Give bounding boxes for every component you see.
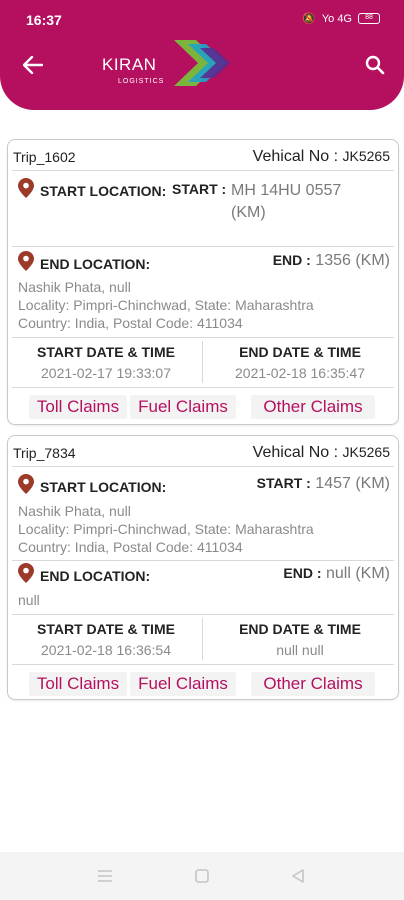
start-key: START : xyxy=(172,181,227,197)
trip-card[interactable]: Trip_7834 Vehical No : JK5265 START LOCA… xyxy=(7,435,399,700)
end-dt-title: END DATE & TIME xyxy=(239,621,361,637)
start-reading: START : 1457 (KM) xyxy=(257,475,390,493)
address-line: Nashik Phata, null xyxy=(18,279,131,295)
location-pin-icon xyxy=(18,178,34,198)
vehicle-number: Vehical No : JK5265 xyxy=(253,444,390,462)
arrow-left-icon xyxy=(23,56,43,74)
end-address: Nashik Phata, null Locality: Pimpri-Chin… xyxy=(18,278,314,332)
start-dt-value: 2021-02-17 19:33:07 xyxy=(41,365,171,381)
vehicle-no: JK5265 xyxy=(342,148,390,164)
start-value-line2: (KM) xyxy=(231,204,266,221)
vehicle-label: Vehical No : xyxy=(252,444,339,461)
divider xyxy=(12,614,394,615)
other-claims-button[interactable]: Other Claims xyxy=(251,395,375,419)
vehicle-no: JK5265 xyxy=(342,444,390,460)
end-key: END : xyxy=(283,565,322,581)
trip-card[interactable]: Trip_1602 Vehical No : JK5265 START LOCA… xyxy=(7,139,399,425)
app-header: 16:37 🔕 Yo 4G 88 KIRAN LOGISTICS xyxy=(0,0,404,110)
logo-name: KIRAN xyxy=(102,55,157,74)
signal-text: Yo 4G xyxy=(321,12,352,25)
vehicle-label: Vehical No : xyxy=(252,148,339,165)
trip-id: Trip_7834 xyxy=(13,445,76,461)
vertical-divider xyxy=(202,341,203,383)
end-location-label: END LOCATION: xyxy=(40,256,151,272)
address-line: Locality: Pimpri-Chinchwad, State: Mahar… xyxy=(18,297,314,313)
end-datetime: END DATE & TIME 2021-02-18 16:35:47 xyxy=(206,344,394,381)
location-pin-icon xyxy=(18,251,34,271)
divider xyxy=(12,387,394,388)
end-datetime: END DATE & TIME null null xyxy=(206,621,394,658)
start-location-label: START LOCATION: xyxy=(40,479,167,495)
address-line: Country: India, Postal Code: 411034 xyxy=(18,315,243,331)
divider xyxy=(12,246,394,247)
end-dt-title: END DATE & TIME xyxy=(239,344,361,360)
start-dt-title: START DATE & TIME xyxy=(37,344,175,360)
menu-icon[interactable] xyxy=(93,866,117,886)
vehicle-number: Vehical No : JK5265 xyxy=(253,148,390,166)
start-datetime: START DATE & TIME 2021-02-17 19:33:07 xyxy=(12,344,200,381)
start-value: 1457 (KM) xyxy=(315,475,390,492)
home-square-icon[interactable] xyxy=(190,866,214,886)
status-bar: 16:37 🔕 Yo 4G 88 xyxy=(0,0,404,36)
address-line: Nashik Phata, null xyxy=(18,503,131,519)
end-location-row: END LOCATION: xyxy=(18,251,150,272)
trip-id: Trip_1602 xyxy=(13,149,76,165)
fuel-claims-button[interactable]: Fuel Claims xyxy=(130,395,236,419)
divider xyxy=(12,664,394,665)
address-line: Country: India, Postal Code: 411034 xyxy=(18,539,243,555)
start-value: MH 14HU 0557 (KM) xyxy=(231,180,341,224)
location-pin-icon xyxy=(18,474,34,494)
system-nav-bar xyxy=(0,852,404,900)
start-dt-title: START DATE & TIME xyxy=(37,621,175,637)
logo-chevron-icon xyxy=(174,40,230,86)
toll-claims-button[interactable]: Toll Claims xyxy=(29,672,127,696)
start-datetime: START DATE & TIME 2021-02-18 16:36:54 xyxy=(12,621,200,658)
vertical-divider xyxy=(202,618,203,660)
end-reading: END : 1356 (KM) xyxy=(273,252,390,270)
start-location-label: START LOCATION: xyxy=(40,183,167,199)
back-button[interactable] xyxy=(18,50,48,80)
status-icons: 🔕 Yo 4G 88 xyxy=(302,12,380,25)
address-line: Locality: Pimpri-Chinchwad, State: Mahar… xyxy=(18,521,314,537)
end-key: END : xyxy=(272,252,311,268)
end-location-row: END LOCATION: xyxy=(18,563,150,584)
start-key: START : xyxy=(256,475,311,491)
start-address: Nashik Phata, null Locality: Pimpri-Chin… xyxy=(18,502,314,556)
end-dt-value: null null xyxy=(276,642,324,658)
start-value-line1: MH 14HU 0557 xyxy=(231,182,342,199)
logo-subtitle: LOGISTICS xyxy=(118,78,165,85)
fuel-claims-button[interactable]: Fuel Claims xyxy=(130,672,236,696)
end-address: null xyxy=(18,591,40,609)
divider xyxy=(12,466,394,467)
status-time: 16:37 xyxy=(26,12,62,28)
start-dt-value: 2021-02-18 16:36:54 xyxy=(41,642,171,658)
back-triangle-icon[interactable] xyxy=(286,866,310,886)
end-reading: END : null (KM) xyxy=(283,565,390,583)
mute-icon: 🔕 xyxy=(302,13,316,25)
location-pin-icon xyxy=(18,563,34,583)
start-location-row: START LOCATION: xyxy=(18,178,166,199)
end-location-label: END LOCATION: xyxy=(40,568,151,584)
kiran-logistics-logo: KIRAN LOGISTICS xyxy=(102,38,232,90)
search-icon xyxy=(365,55,385,75)
search-button[interactable] xyxy=(360,50,390,80)
divider xyxy=(12,337,394,338)
divider xyxy=(12,560,394,561)
battery-icon: 88 xyxy=(358,13,380,24)
end-dt-value: 2021-02-18 16:35:47 xyxy=(235,365,365,381)
toll-claims-button[interactable]: Toll Claims xyxy=(29,395,127,419)
other-claims-button[interactable]: Other Claims xyxy=(251,672,375,696)
end-value: 1356 (KM) xyxy=(315,252,390,269)
end-value: null (KM) xyxy=(325,565,390,582)
address-line: null xyxy=(18,592,40,608)
divider xyxy=(12,170,394,171)
start-location-row: START LOCATION: xyxy=(18,474,166,495)
